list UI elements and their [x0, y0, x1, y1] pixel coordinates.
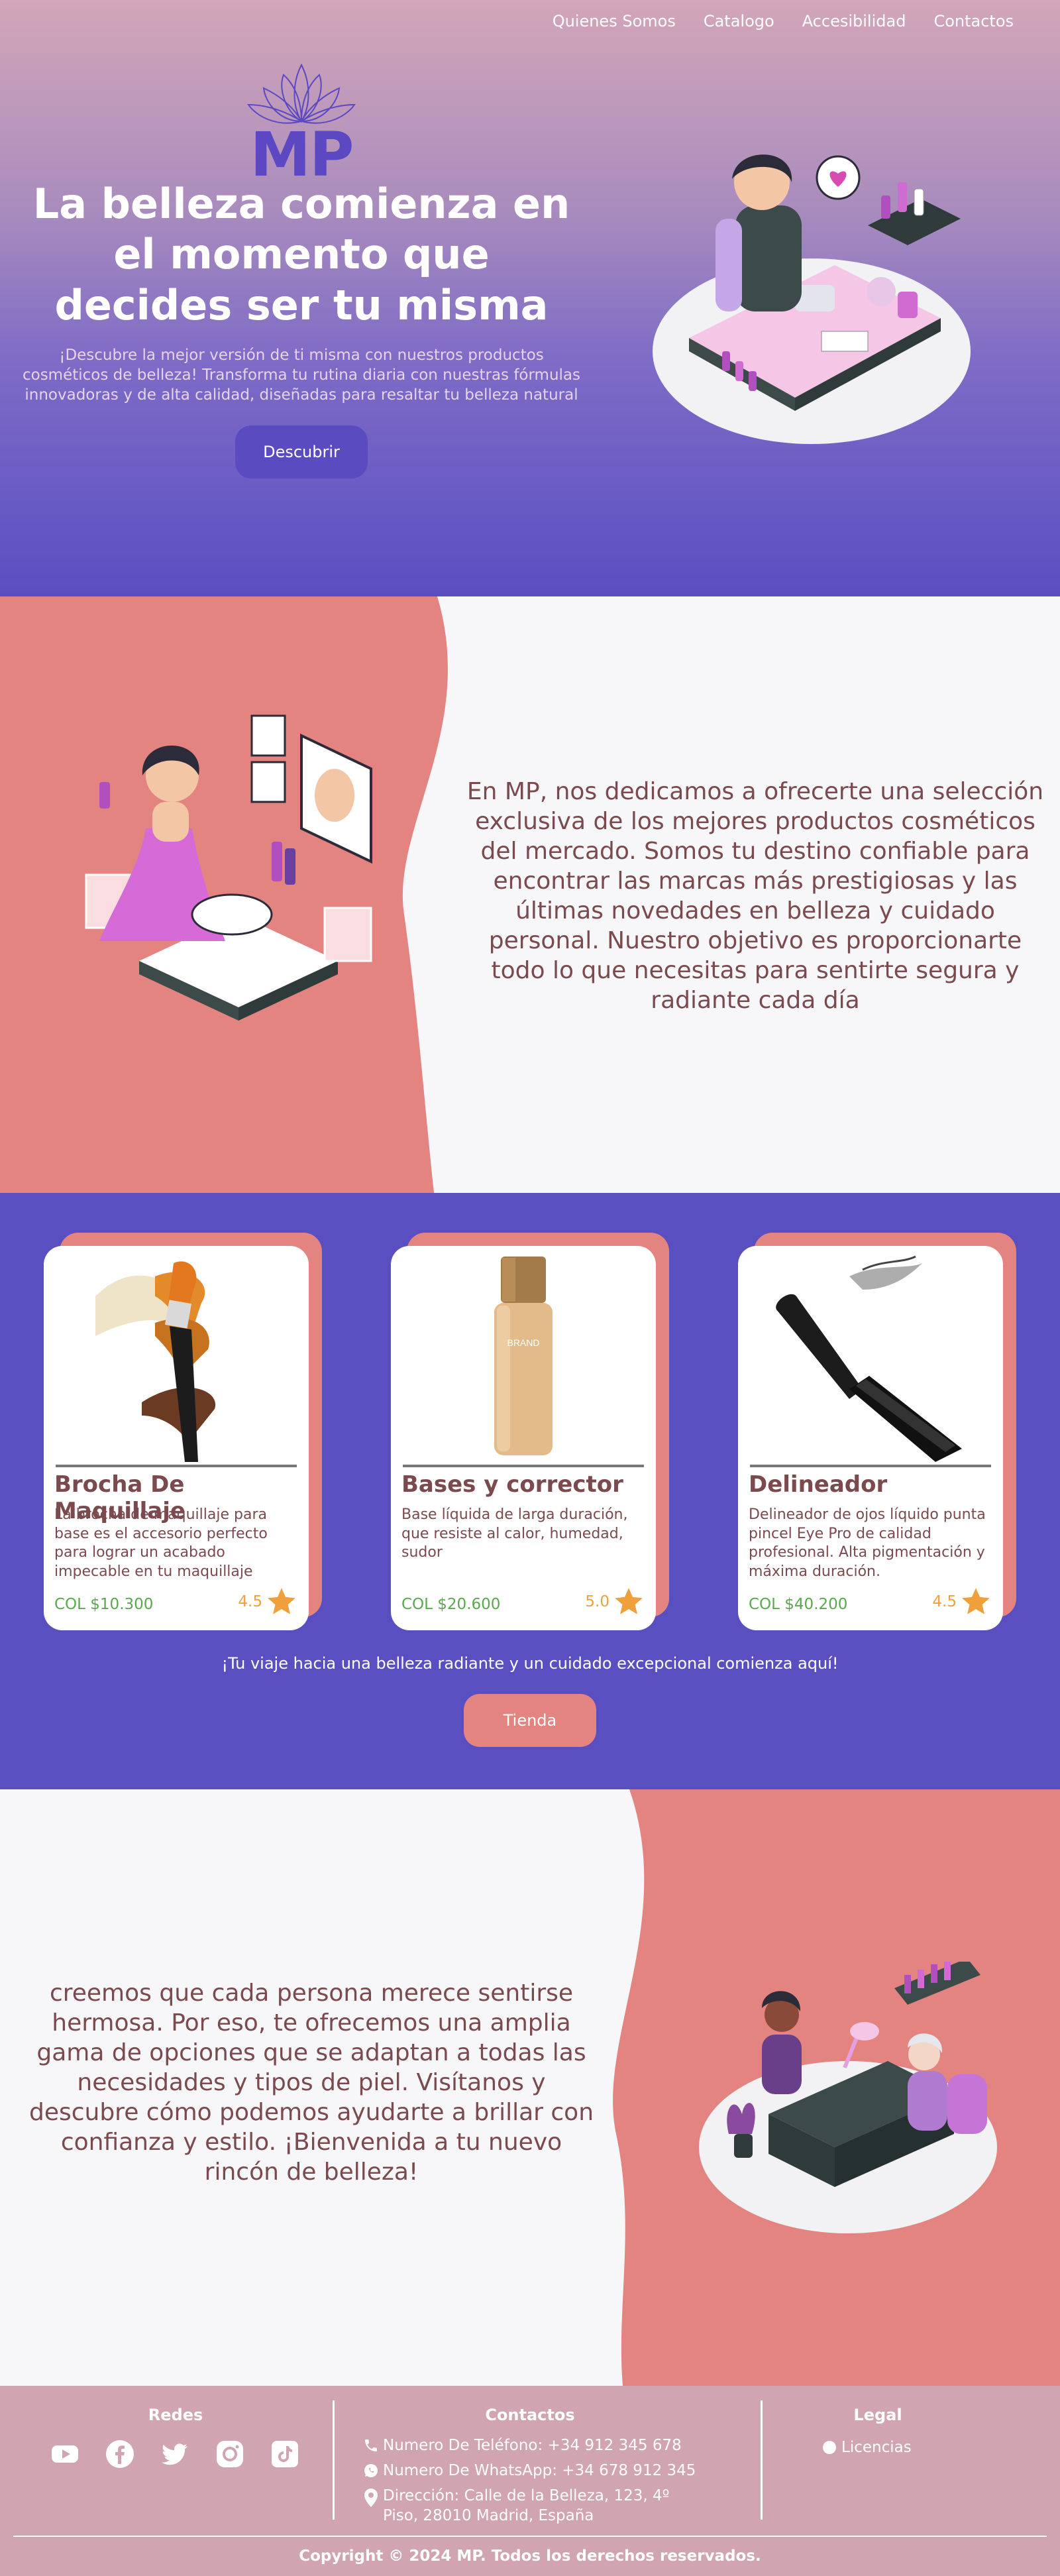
hero-section: MP La belleza comienza en el momento que… [0, 0, 1060, 596]
nav-quienes-somos[interactable]: Quienes Somos [553, 12, 676, 30]
star-icon [962, 1588, 990, 1614]
product-card-bases[interactable]: BRAND Bases y corrector Base líquida de … [391, 1233, 669, 1637]
youtube-icon[interactable] [50, 2439, 80, 2469]
footer-contactos-title: Contactos [485, 2406, 575, 2424]
product-title: Delineador [749, 1471, 888, 1498]
product-price: COL $10.300 [54, 1596, 154, 1613]
product-price: COL $40.200 [749, 1596, 848, 1613]
rating-value: 4.5 [932, 1593, 957, 1610]
descubrir-button[interactable]: Descubrir [235, 425, 368, 478]
makeup-woman-illustration [85, 714, 372, 1021]
about-text: En MP, nos dedicamos a ofrecerte una sel… [466, 778, 1044, 1014]
products-tagline: ¡Tu viaje hacia una belleza radiante y u… [221, 1654, 839, 1673]
top-nav: Quienes Somos Catalogo Accesibilidad Con… [553, 0, 1060, 42]
product-card-brocha[interactable]: Brocha De Maquillaje La brocha de maquil… [44, 1233, 322, 1637]
contact-address: Dirección: Calle de la Belleza, 123, 4º … [363, 2487, 696, 2526]
facebook-icon[interactable] [105, 2439, 135, 2469]
licencias-label: Licencias [841, 2439, 912, 2456]
star-icon [268, 1588, 295, 1614]
footer-legal-title: Legal [853, 2406, 902, 2424]
hero-title: La belleza comienza en el momento que de… [32, 180, 570, 329]
contact-phone: Numero De Teléfono: +34 912 345 678 [363, 2436, 696, 2456]
tienda-button[interactable]: Tienda [464, 1694, 596, 1747]
tiktok-icon[interactable] [270, 2439, 300, 2469]
logo-text: MP [250, 119, 354, 190]
nail-artist-illustration [653, 154, 971, 444]
twitter-icon[interactable] [160, 2439, 190, 2469]
nav-accesibilidad[interactable]: Accesibilidad [802, 12, 906, 30]
makeup-brush-image [95, 1261, 216, 1462]
eyeliner-image [776, 1255, 962, 1462]
product-description: La brocha de maquillaje para base es el … [54, 1506, 268, 1580]
star-icon [615, 1588, 643, 1614]
phone-icon [365, 2439, 377, 2451]
hero-subtitle: ¡Descubre la mejor versión de ti misma c… [22, 347, 580, 404]
bullet-icon [823, 2441, 836, 2454]
product-card-delineador[interactable]: Delineador Delineador de ojos líquido pu… [738, 1233, 1016, 1637]
nav-contactos[interactable]: Contactos [933, 12, 1014, 30]
product-description: Base líquida de larga duración, que resi… [401, 1506, 628, 1561]
product-price: COL $20.600 [401, 1596, 501, 1613]
phone-text: Numero De Teléfono: +34 912 345 678 [383, 2437, 682, 2454]
welcome-section: creemos que cada persona merece sentirse… [0, 1789, 1060, 2386]
social-links [50, 2439, 300, 2469]
brand-label: BRAND [507, 1337, 539, 1348]
card-divider [56, 1465, 297, 1467]
product-card: Delineador Delineador de ojos líquido pu… [738, 1246, 1003, 1630]
footer-divider [761, 2400, 763, 2520]
footer-redes-title: Redes [148, 2406, 203, 2424]
card-divider [403, 1465, 644, 1467]
licencias-link[interactable]: Licencias [823, 2439, 912, 2456]
product-title: Bases y corrector [401, 1471, 623, 1498]
product-rating: 5.0 [585, 1585, 645, 1618]
instagram-icon[interactable] [215, 2439, 245, 2469]
nail-salon-illustration [699, 1962, 997, 2233]
whatsapp-text: Numero De WhatsApp: +34 678 912 345 [383, 2461, 696, 2479]
contact-list: Numero De Teléfono: +34 912 345 678 Nume… [363, 2436, 696, 2532]
product-card: Brocha De Maquillaje La brocha de maquil… [44, 1246, 309, 1630]
whatsapp-icon [364, 2463, 378, 2477]
about-section: En MP, nos dedicamos a ofrecerte una sel… [0, 596, 1060, 1193]
card-divider [750, 1465, 991, 1467]
footer: Redes Contactos Numero De Teléfono: +34 … [0, 2386, 1060, 2576]
rating-value: 4.5 [238, 1593, 262, 1610]
product-description: Delineador de ojos líquido punta pincel … [749, 1506, 986, 1580]
foundation-bottle-image: BRAND [494, 1257, 553, 1455]
location-pin-icon [364, 2488, 378, 2507]
address-text: Dirección: Calle de la Belleza, 123, 4º … [383, 2487, 670, 2524]
contact-whatsapp: Numero De WhatsApp: +34 678 912 345 [363, 2461, 696, 2481]
nav-catalogo[interactable]: Catalogo [704, 12, 774, 30]
rating-value: 5.0 [585, 1593, 610, 1610]
product-rating: 4.5 [932, 1585, 992, 1618]
footer-divider [333, 2400, 335, 2520]
product-card: BRAND Bases y corrector Base líquida de … [391, 1246, 656, 1630]
mp-logo: MP [232, 58, 371, 186]
footer-rule [13, 2536, 1047, 2537]
copyright-text: Copyright © 2024 MP. Todos los derechos … [299, 2548, 761, 2565]
product-rating: 4.5 [238, 1585, 298, 1618]
welcome-text: creemos que cada persona merece sentirse… [28, 1980, 594, 2186]
